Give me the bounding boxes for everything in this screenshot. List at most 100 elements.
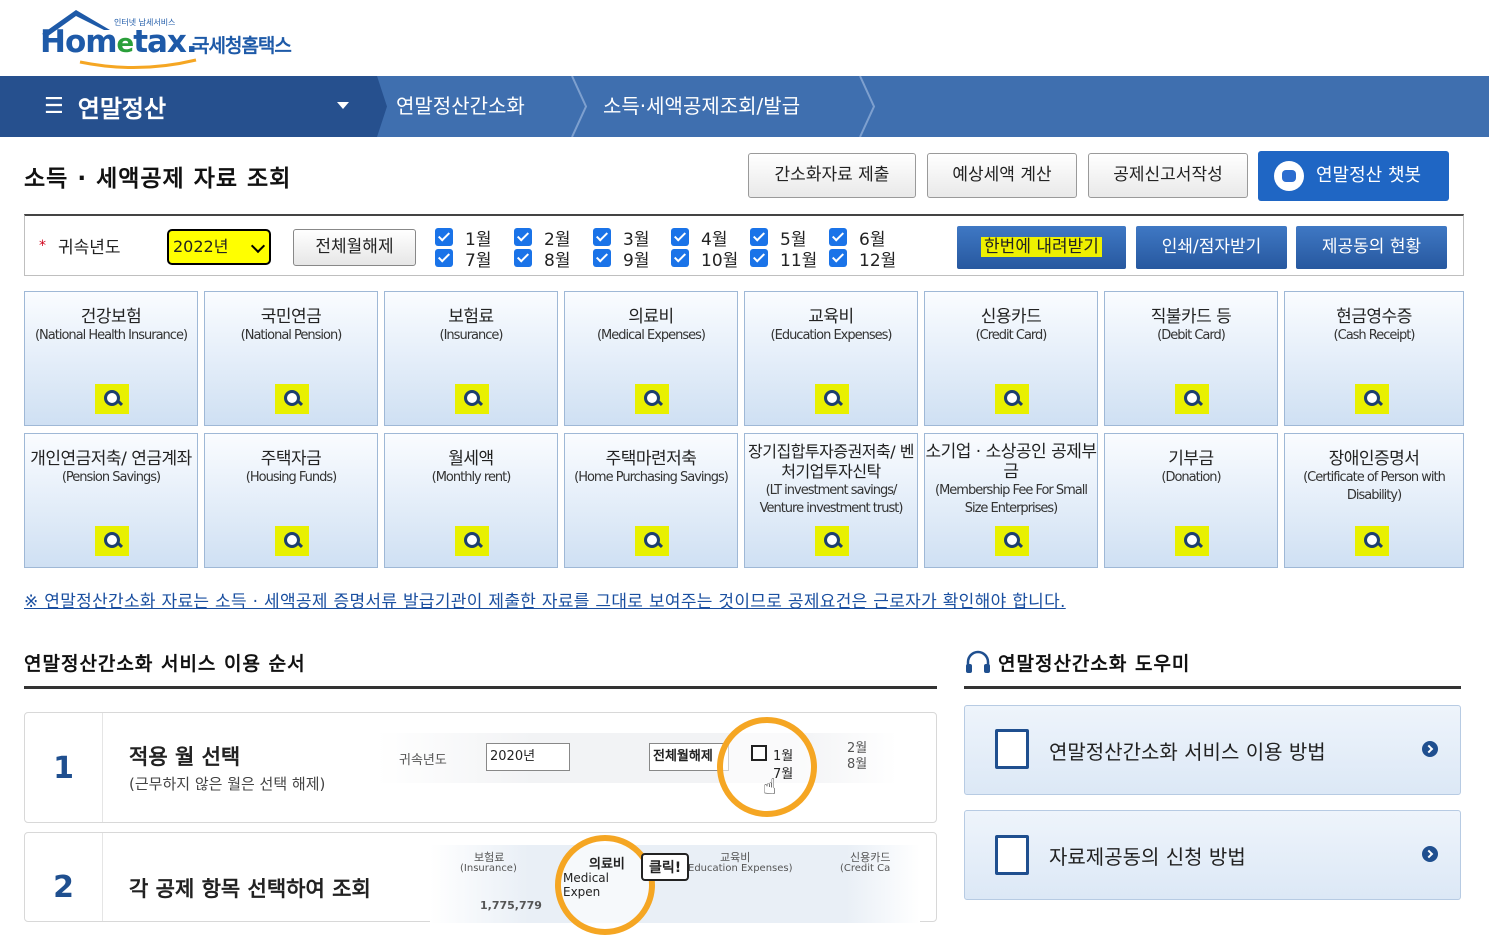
write-deduction-form-button[interactable]: 공제신고서작성 xyxy=(1088,153,1248,198)
tile-title: 국민연금 xyxy=(260,307,322,327)
search-icon[interactable] xyxy=(95,526,129,556)
estimate-tax-button[interactable]: 예상세액 계산 xyxy=(927,153,1077,198)
search-icon[interactable] xyxy=(635,384,669,414)
search-icon[interactable] xyxy=(1175,384,1209,414)
search-icon[interactable] xyxy=(455,384,489,414)
checkbox-checked-icon xyxy=(751,745,767,761)
checkbox-checked-icon xyxy=(671,249,689,267)
toggle-all-months-button[interactable]: 전체월해제 xyxy=(293,229,416,266)
search-icon[interactable] xyxy=(1355,384,1389,414)
month-checkbox[interactable]: 6월 xyxy=(829,227,885,250)
month-checkbox[interactable]: 11월 xyxy=(750,248,817,271)
month-label: 8월 xyxy=(544,250,571,271)
search-icon[interactable] xyxy=(815,384,849,414)
tile-home-purchasing-savings[interactable]: 주택마련저축 (Home Purchasing Savings) xyxy=(564,433,738,568)
chatbot-button[interactable]: 연말정산 챗봇 xyxy=(1258,151,1449,201)
usage-order-heading: 연말정산간소화 서비스 이용 순서 xyxy=(24,653,306,675)
help-card-consent-application[interactable]: 자료제공동의 신청 방법 xyxy=(964,810,1461,900)
tile-title: 주택자금 xyxy=(260,449,322,469)
tile-education-expenses[interactable]: 교육비 (Education Expenses) xyxy=(744,291,918,426)
tile-national-pension[interactable]: 국민연금 (National Pension) xyxy=(204,291,378,426)
hometax-logo[interactable]: 인터넷 납세서비스 Hometax. 국세청홈택스 xyxy=(38,8,338,72)
search-icon[interactable] xyxy=(275,384,309,414)
year-label: 귀속년도 xyxy=(58,238,121,258)
tile-disability-certificate[interactable]: 장애인증명서 (Certificate of Person with Disabi… xyxy=(1284,433,1464,568)
month-checkbox[interactable]: 1월 xyxy=(435,227,491,250)
tile-title: 보험료 xyxy=(448,307,494,327)
document-edit-icon xyxy=(995,729,1029,769)
tile-housing-funds[interactable]: 주택자금 (Housing Funds) xyxy=(204,433,378,568)
checkbox-checked-icon xyxy=(514,249,532,267)
top-navbar: ☰ 연말정산 연말정산간소화 소득·세액공제조회/발급 xyxy=(0,76,1489,137)
tile-health-insurance[interactable]: 건강보험 (National Health Insurance) xyxy=(24,291,198,426)
tile-subtitle: (Membership Fee For Small Size Enterpris… xyxy=(935,483,1088,516)
tile-title: 건강보험 xyxy=(80,307,142,327)
required-mark: * xyxy=(39,238,46,254)
year-select[interactable]: 2022년 xyxy=(167,229,271,265)
search-icon[interactable] xyxy=(275,526,309,556)
month-checkbox[interactable]: 8월 xyxy=(514,248,571,271)
tile-subtitle: (Debit Card) xyxy=(1157,328,1226,343)
search-icon[interactable] xyxy=(455,526,489,556)
search-icon[interactable] xyxy=(995,526,1029,556)
demo-tile-insurance-sub: (Insurance) xyxy=(460,863,517,874)
filter-bar: * 귀속년도 2022년 전체월해제 1월 2월 3월 4월 5월 6월 7월 … xyxy=(24,214,1464,276)
notice-link[interactable]: ※ 연말정산간소화 자료는 소득 · 세액공제 증명서류 발급기관이 제출한 자… xyxy=(24,587,1066,612)
main-menu-button[interactable]: ☰ 연말정산 xyxy=(0,76,365,137)
search-icon[interactable] xyxy=(815,526,849,556)
cursor-hand-icon: ☝ xyxy=(763,775,777,800)
tile-debit-card[interactable]: 직불카드 등 (Debit Card) xyxy=(1104,291,1278,426)
search-icon[interactable] xyxy=(995,384,1029,414)
arrow-right-circle-icon xyxy=(1422,741,1438,757)
month-checkbox[interactable]: 9월 xyxy=(593,248,649,271)
tile-title: 현금영수증 xyxy=(1336,307,1412,327)
hamburger-icon: ☰ xyxy=(44,94,64,119)
tile-subtitle: (Donation) xyxy=(1161,470,1221,485)
checkbox-checked-icon xyxy=(593,228,611,246)
download-all-label: 한번에 내려받기 xyxy=(981,237,1102,257)
month-checkbox[interactable]: 10월 xyxy=(671,248,738,271)
tile-monthly-rent[interactable]: 월세액 (Monthly rent) xyxy=(384,433,558,568)
breadcrumb-item[interactable]: 연말정산간소화 xyxy=(396,76,525,137)
demo-month-8: 8월 xyxy=(847,757,868,772)
breadcrumb-separator-icon xyxy=(571,76,588,137)
tile-cash-receipt[interactable]: 현금영수증 (Cash Receipt) xyxy=(1284,291,1464,426)
month-checkbox[interactable]: 12월 xyxy=(829,248,896,271)
tile-lt-investment-savings[interactable]: 장기집합투자증권저축/ 벤처기업투자신탁 (LT investment savin… xyxy=(744,433,918,568)
arrow-right-circle-icon xyxy=(1422,846,1438,862)
month-checkbox[interactable]: 5월 xyxy=(750,227,806,250)
step-card-1: 1 적용 월 선택 (근무하지 않은 월은 선택 해제) 귀속년도 2020년 … xyxy=(24,712,937,823)
breadcrumb-item-current[interactable]: 소득·세액공제조회/발급 xyxy=(603,76,800,137)
tile-subtitle: (National Health Insurance) xyxy=(34,328,188,343)
demo-tile-medical: 의료비 xyxy=(589,857,625,872)
tile-pension-savings[interactable]: 개인연금저축/ 연금계좌 (Pension Savings) xyxy=(24,433,198,568)
download-all-button[interactable]: 한번에 내려받기 xyxy=(957,226,1126,269)
click-callout: 클릭! xyxy=(641,853,690,881)
submit-simplified-data-button[interactable]: 간소화자료 제출 xyxy=(748,153,916,198)
tile-title: 월세액 xyxy=(448,449,494,469)
month-checkbox[interactable]: 3월 xyxy=(593,227,649,250)
search-icon[interactable] xyxy=(635,526,669,556)
consent-status-button[interactable]: 제공동의 현황 xyxy=(1296,226,1447,269)
tile-small-business-fee[interactable]: 소기업 · 소상공인 공제부금 (Membership Fee For Small… xyxy=(924,433,1098,568)
month-checkbox[interactable]: 7월 xyxy=(435,248,491,271)
print-braille-button[interactable]: 인쇄/점자받기 xyxy=(1136,226,1287,269)
help-card-service-usage[interactable]: 연말정산간소화 서비스 이용 방법 xyxy=(964,705,1461,795)
search-icon[interactable] xyxy=(95,384,129,414)
main-menu-label: 연말정산 xyxy=(77,95,167,123)
logo-korean: 국세청홈택스 xyxy=(192,35,292,57)
tile-subtitle: (Certificate of Person with Disability) xyxy=(1303,470,1446,503)
document-icon xyxy=(995,835,1029,875)
step-number: 2 xyxy=(25,833,103,921)
tile-subtitle: (Monthly rent) xyxy=(431,470,512,485)
tile-insurance[interactable]: 보험료 (Insurance) xyxy=(384,291,558,426)
tile-credit-card[interactable]: 신용카드 (Credit Card) xyxy=(924,291,1098,426)
tile-donation[interactable]: 기부금 (Donation) xyxy=(1104,433,1278,568)
checkbox-checked-icon xyxy=(435,228,453,246)
month-checkbox[interactable]: 2월 xyxy=(514,227,570,250)
tile-title: 기부금 xyxy=(1168,449,1214,469)
search-icon[interactable] xyxy=(1355,526,1389,556)
tile-medical-expenses[interactable]: 의료비 (Medical Expenses) xyxy=(564,291,738,426)
search-icon[interactable] xyxy=(1175,526,1209,556)
month-checkbox[interactable]: 4월 xyxy=(671,227,727,250)
